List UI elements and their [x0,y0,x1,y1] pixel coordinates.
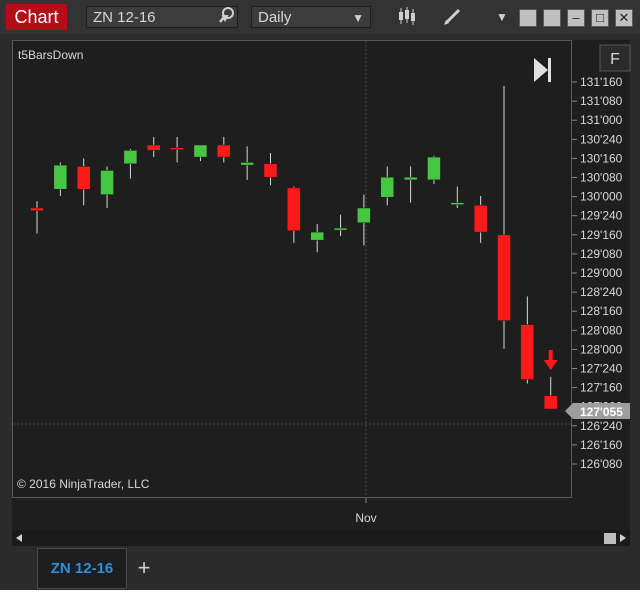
candle-body [473,205,488,233]
candle [147,136,161,158]
candle-body [310,231,324,241]
current-price-label: 127'055 [580,405,623,419]
candle-body [287,187,301,232]
candle-body [100,170,114,195]
y-tick-label: 130'000 [580,190,623,204]
y-tick-label: 127'240 [580,362,623,376]
candle-body [123,150,138,165]
candle-body [333,227,348,231]
x-tick-label: Nov [355,511,376,525]
candle [450,186,465,208]
candle [333,214,348,237]
chart-canvas: 131'160 131'080 131'000 130'240 130'160 130'0… [13,41,631,544]
chart-window: Chart ZN 12-16 ▼ Daily ▼ ▼ – □ ✕ 131'160… [0,0,640,603]
y-tick-label: 126'240 [580,419,623,433]
y-tick-label: 131'000 [580,113,623,127]
panel-button-label: F [610,51,620,68]
candle [217,136,231,163]
candle [380,166,394,206]
y-tick-label: 129'000 [580,266,623,280]
candle-body [240,162,254,166]
copyright-text: © 2016 NinjaTrader, LLC [17,477,150,491]
candle [287,186,301,243]
signal-arrow-head [543,360,558,370]
candle-body [193,144,208,158]
y-tick-label: 131'160 [580,75,623,89]
candle-body [357,207,371,223]
candle [310,224,324,253]
bottom-strip [0,590,640,603]
candle [123,149,138,179]
candle [473,195,488,243]
candle-body [217,144,231,158]
candle-body [403,176,418,181]
candle [53,162,68,196]
y-tick-label: 129'080 [580,247,623,261]
y-tick-label: 128'080 [580,323,623,337]
y-tick-label: 130'080 [580,171,623,185]
tab-zn-12-16[interactable]: ZN 12-16 [37,548,127,589]
candle-body [147,144,161,151]
candle [170,136,184,163]
add-tab-button[interactable]: + [130,552,158,584]
down-arrow-signal [543,350,558,370]
y-tick-label: 130'240 [580,132,623,146]
candle-body [520,324,535,380]
candle [520,296,535,384]
y-tick-label: 129'240 [580,209,623,223]
candle [357,194,371,246]
scroll-thumb[interactable] [604,533,616,544]
candle [240,146,254,180]
scroll-right-icon[interactable] [620,534,626,542]
indicator-label: t5BarsDown [18,48,83,62]
y-tick-label: 126'160 [580,438,623,452]
y-tick-label: 126'080 [580,457,623,471]
candle-body [76,166,91,190]
candle-body [30,207,44,211]
candle [543,376,558,410]
y-tick-label: 131'080 [580,94,623,108]
candle-body [497,234,511,321]
candle [263,153,278,186]
candle [76,158,91,206]
scroll-left-icon[interactable] [16,534,22,542]
y-tick-label: 128'160 [580,304,623,318]
y-tick-label: 130'160 [580,151,623,165]
candle-body [427,156,441,181]
y-tick-label: 127'160 [580,381,623,395]
y-tick-label: 128'000 [580,342,623,356]
candle-body [543,395,558,410]
candle [100,166,114,208]
candle [427,155,441,184]
candle [497,86,511,349]
candle-body [170,147,184,150]
candle [30,201,44,234]
y-tick-label: 129'160 [580,228,623,242]
candle-body [53,164,68,190]
y-tick-label: 128'240 [580,285,623,299]
candle-body [450,202,465,205]
jump-to-end-icon[interactable] [534,58,551,82]
candle [193,144,208,162]
candle-body [263,163,278,178]
candle-body [380,176,394,198]
candle [403,166,418,203]
